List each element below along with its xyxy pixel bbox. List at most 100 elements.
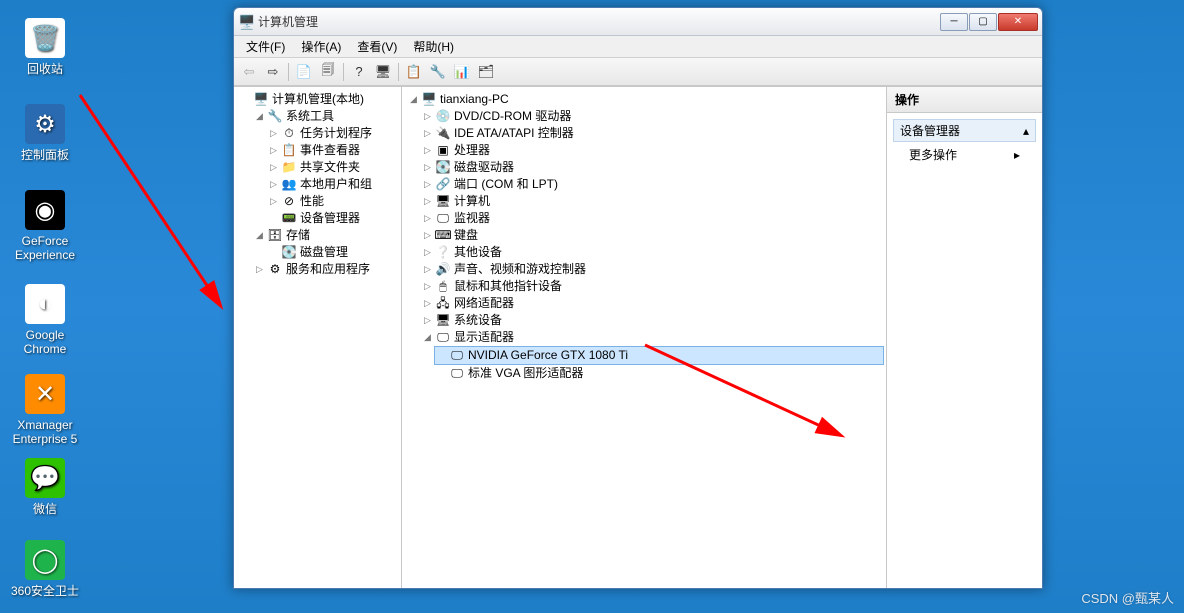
computer-icon: 🖥 [435, 194, 451, 210]
watermark: CSDN @甄某人 [1081, 588, 1174, 607]
desktop-icon-360[interactable]: ◯360安全卫士 [10, 540, 80, 598]
collapse-icon[interactable]: ◢ [254, 111, 265, 122]
sound-icon: 🔊 [435, 262, 451, 278]
desktop-icon-recycle-bin[interactable]: 🗑️回收站 [10, 18, 80, 76]
actions-header: 操作 [887, 87, 1042, 113]
forward-button[interactable]: ⇨ [262, 61, 284, 83]
device-display[interactable]: ◢🖵显示适配器 [420, 329, 884, 346]
expand-icon[interactable]: ▷ [422, 162, 433, 173]
device-keyboard[interactable]: ▷⌨键盘 [420, 227, 884, 244]
tree-disk-management[interactable]: 💽磁盘管理 [266, 244, 399, 261]
toolbar-btn-4[interactable]: 🔧 [427, 61, 449, 83]
expand-icon[interactable]: ▷ [422, 213, 433, 224]
device-ports[interactable]: ▷🔗端口 (COM 和 LPT) [420, 176, 884, 193]
expand-icon[interactable]: ▷ [268, 128, 279, 139]
menu-view[interactable]: 查看(V) [349, 36, 405, 57]
expand-icon[interactable]: ▷ [268, 162, 279, 173]
ide-icon: 🔌 [435, 126, 451, 142]
close-button[interactable]: ✕ [998, 13, 1038, 31]
menu-file[interactable]: 文件(F) [238, 36, 293, 57]
360-icon: ◯ [25, 540, 65, 580]
menu-action[interactable]: 操作(A) [293, 36, 349, 57]
control-panel-icon: ⚙ [25, 104, 65, 144]
event-icon: 📋 [281, 143, 297, 159]
tree-event-viewer[interactable]: ▷📋事件查看器 [266, 142, 399, 159]
toolbar-btn-2[interactable]: 🖥 [372, 61, 394, 83]
expand-icon[interactable]: ▷ [422, 281, 433, 292]
expand-icon[interactable]: ▷ [422, 128, 433, 139]
back-button[interactable]: ⇦ [238, 61, 260, 83]
toolbar: ⇦ ⇨ 📄 🗐 ? 🖥 📋 🔧 📊 🗂 [234, 58, 1042, 86]
device-gpu-nvidia[interactable]: 🖵NVIDIA GeForce GTX 1080 Ti [434, 346, 884, 365]
tree-device-manager[interactable]: 📟设备管理器 [266, 210, 399, 227]
expand-icon[interactable]: ▷ [422, 315, 433, 326]
app-icon: 🖥️ [238, 14, 254, 30]
device-computer[interactable]: ▷🖥计算机 [420, 193, 884, 210]
expand-icon[interactable]: ▷ [422, 111, 433, 122]
refresh-button[interactable]: ? [348, 61, 370, 83]
tree-shared-folders[interactable]: ▷📁共享文件夹 [266, 159, 399, 176]
tree-local-users[interactable]: ▷👥本地用户和组 [266, 176, 399, 193]
storage-icon: 🗄 [267, 228, 283, 244]
toolbar-btn-1[interactable]: 🗐 [317, 61, 339, 83]
desktop-icon-xmanager[interactable]: ✕XmanagerEnterprise 5 [10, 374, 80, 447]
desktop-icon-label: XmanagerEnterprise 5 [10, 418, 80, 447]
device-ide[interactable]: ▷🔌IDE ATA/ATAPI 控制器 [420, 125, 884, 142]
display-icon: 🖵 [435, 330, 451, 346]
desktop-icon-label: 微信 [10, 502, 80, 516]
expand-icon[interactable]: ▷ [268, 179, 279, 190]
tree-storage[interactable]: ◢🗄存储 [252, 227, 399, 244]
device-network[interactable]: ▷🖧网络适配器 [420, 295, 884, 312]
device-dvd[interactable]: ▷💿DVD/CD-ROM 驱动器 [420, 108, 884, 125]
expand-icon[interactable]: ▷ [422, 145, 433, 156]
device-tree-pane[interactable]: ◢🖥️tianxiang-PC ▷💿DVD/CD-ROM 驱动器 ▷🔌IDE A… [402, 87, 887, 588]
actions-more[interactable]: 更多操作 ▸ [893, 142, 1036, 167]
device-gpu-vga[interactable]: 🖵标准 VGA 图形适配器 [434, 365, 884, 382]
expand-icon[interactable]: ▷ [268, 196, 279, 207]
up-button[interactable]: 📄 [293, 61, 315, 83]
actions-sub-header[interactable]: 设备管理器 ▴ [893, 119, 1036, 142]
device-system[interactable]: ▷🖥系统设备 [420, 312, 884, 329]
device-other[interactable]: ▷❔其他设备 [420, 244, 884, 261]
device-root[interactable]: ◢🖥️tianxiang-PC [406, 91, 884, 108]
annotation-arrow-1 [60, 85, 240, 335]
tree-task-scheduler[interactable]: ▷⏱任务计划程序 [266, 125, 399, 142]
desktop-icon-control-panel[interactable]: ⚙控制面板 [10, 104, 80, 162]
expand-icon[interactable]: ▷ [254, 264, 265, 275]
device-sound[interactable]: ▷🔊声音、视频和游戏控制器 [420, 261, 884, 278]
system-icon: 🖥 [435, 313, 451, 329]
collapse-icon[interactable] [240, 94, 251, 105]
expand-icon[interactable]: ▷ [268, 145, 279, 156]
expand-icon[interactable]: ▷ [422, 264, 433, 275]
expand-icon[interactable]: ▷ [422, 179, 433, 190]
tree-system-tools[interactable]: ◢🔧系统工具 [252, 108, 399, 125]
expand-icon[interactable]: ▷ [422, 230, 433, 241]
desktop-icon-geforce[interactable]: ◉GeForceExperience [10, 190, 80, 263]
desktop-icon-wechat[interactable]: 💬微信 [10, 458, 80, 516]
collapse-icon[interactable]: ◢ [254, 230, 265, 241]
toolbar-btn-6[interactable]: 🗂 [475, 61, 497, 83]
expand-icon[interactable]: ▷ [422, 196, 433, 207]
device-disk[interactable]: ▷💽磁盘驱动器 [420, 159, 884, 176]
tree-performance[interactable]: ▷⊘性能 [266, 193, 399, 210]
collapse-icon[interactable]: ▴ [1023, 124, 1029, 138]
expand-icon[interactable]: ▷ [422, 247, 433, 258]
device-cpu[interactable]: ▷▣处理器 [420, 142, 884, 159]
left-tree-pane[interactable]: 🖥️计算机管理(本地) ◢🔧系统工具 ▷⏱任务计划程序 ▷📋事件查看器 ▷📁共享… [234, 87, 402, 588]
device-monitor[interactable]: ▷🖵监视器 [420, 210, 884, 227]
users-icon: 👥 [281, 177, 297, 193]
minimize-button[interactable]: ─ [940, 13, 968, 31]
collapse-icon[interactable]: ◢ [422, 332, 433, 343]
collapse-icon[interactable]: ◢ [408, 94, 419, 105]
toolbar-btn-5[interactable]: 📊 [451, 61, 473, 83]
menu-help[interactable]: 帮助(H) [405, 36, 462, 57]
device-mouse[interactable]: ▷🖱鼠标和其他指针设备 [420, 278, 884, 295]
titlebar[interactable]: 🖥️ 计算机管理 ─ ▢ ✕ [234, 8, 1042, 36]
expand-icon[interactable]: ▷ [422, 298, 433, 309]
tree-services-apps[interactable]: ▷⚙服务和应用程序 [252, 261, 399, 278]
tree-root[interactable]: 🖥️计算机管理(本地) [238, 91, 399, 108]
maximize-button[interactable]: ▢ [969, 13, 997, 31]
toolbar-btn-3[interactable]: 📋 [403, 61, 425, 83]
desktop-icon-chrome[interactable]: ◐GoogleChrome [10, 284, 80, 357]
geforce-icon: ◉ [25, 190, 65, 230]
